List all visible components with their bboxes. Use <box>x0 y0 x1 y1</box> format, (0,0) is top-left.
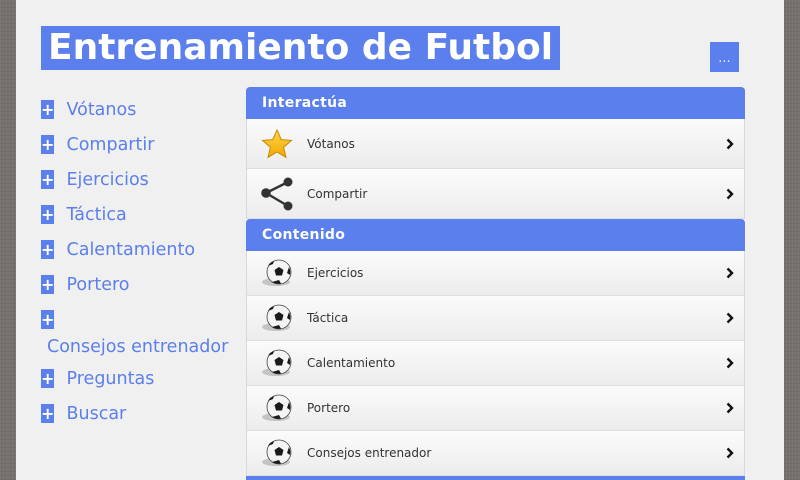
share-icon <box>247 169 307 218</box>
sidebar-item-buscar[interactable]: + Buscar <box>41 400 231 435</box>
plus-icon: + <box>41 275 55 294</box>
chevron-right-icon <box>726 188 734 199</box>
sidebar-item-tactica[interactable]: + Táctica <box>41 201 231 236</box>
plus-icon: + <box>41 310 55 329</box>
list-item-label: Consejos entrenador <box>307 446 432 460</box>
list-item-tactica[interactable]: Táctica <box>246 296 745 341</box>
plus-icon: + <box>41 404 55 423</box>
list-item-calentamiento[interactable]: Calentamiento <box>246 341 745 386</box>
soccer-ball-icon <box>247 341 307 385</box>
list-item-label: Ejercicios <box>307 266 364 280</box>
chevron-right-icon <box>726 357 734 369</box>
page-title: Entrenamiento de Futbol <box>41 26 561 70</box>
next-panel-header-edge <box>246 476 745 480</box>
sidebar-item-label: Preguntas <box>66 369 155 389</box>
chevron-right-icon <box>726 402 734 414</box>
list-item-label: Portero <box>307 401 351 415</box>
plus-icon: + <box>41 240 55 259</box>
list-item-consejos-entrenador[interactable]: Consejos entrenador <box>246 431 745 476</box>
plus-icon: + <box>41 205 55 224</box>
sidebar-item-consejos-entrenador[interactable]: + Consejos entrenador <box>41 306 231 365</box>
soccer-ball-icon <box>247 296 307 340</box>
list-item-compartir[interactable]: Compartir <box>246 169 745 219</box>
contenido-panel: Contenido Ejercicios Táctica Calentamien… <box>246 219 745 476</box>
list-item-label: Vótanos <box>307 136 355 151</box>
sidebar-item-portero[interactable]: + Portero <box>41 271 231 306</box>
soccer-ball-icon <box>247 251 307 295</box>
sidebar-item-label: Calentamiento <box>66 240 196 260</box>
sidebar-item-label: Vótanos <box>66 100 137 120</box>
contenido-heading: Contenido <box>246 219 745 251</box>
list-item-portero[interactable]: Portero <box>246 386 745 431</box>
list-item-label: Compartir <box>307 186 368 201</box>
interactua-panel: Interactúa Vótanos Compartir <box>246 87 745 219</box>
plus-icon: + <box>41 369 55 388</box>
side-navigation: + Vótanos + Compartir + Ejercicios + Tác… <box>41 96 231 435</box>
chevron-right-icon <box>726 447 734 459</box>
more-menu-button[interactable]: ... <box>710 42 739 72</box>
sidebar-item-label: Compartir <box>66 135 155 155</box>
soccer-ball-icon <box>247 431 307 475</box>
sidebar-item-ejercicios[interactable]: + Ejercicios <box>41 166 231 201</box>
star-icon <box>247 119 307 168</box>
sidebar-item-calentamiento[interactable]: + Calentamiento <box>41 236 231 271</box>
page-container: Entrenamiento de Futbol ... + Vótanos + … <box>16 0 784 480</box>
list-item-label: Táctica <box>307 311 349 325</box>
list-item-ejercicios[interactable]: Ejercicios <box>246 251 745 296</box>
sidebar-item-label: Consejos entrenador <box>47 337 229 357</box>
sidebar-item-label: Táctica <box>66 205 127 225</box>
plus-icon: + <box>41 170 55 189</box>
soccer-ball-icon <box>247 386 307 430</box>
sidebar-item-votanos[interactable]: + Vótanos <box>41 96 231 131</box>
list-item-label: Calentamiento <box>307 356 396 370</box>
chevron-right-icon <box>726 267 734 279</box>
sidebar-item-label: Ejercicios <box>66 170 149 190</box>
sidebar-item-label: Portero <box>66 275 130 295</box>
sidebar-item-compartir[interactable]: + Compartir <box>41 131 231 166</box>
interactua-heading: Interactúa <box>246 87 745 119</box>
plus-icon: + <box>41 135 55 154</box>
sidebar-item-label: Buscar <box>66 404 127 424</box>
chevron-right-icon <box>726 312 734 324</box>
sidebar-item-preguntas[interactable]: + Preguntas <box>41 365 231 400</box>
chevron-right-icon <box>726 138 734 149</box>
list-item-votanos[interactable]: Vótanos <box>246 119 745 169</box>
plus-icon: + <box>41 100 55 119</box>
